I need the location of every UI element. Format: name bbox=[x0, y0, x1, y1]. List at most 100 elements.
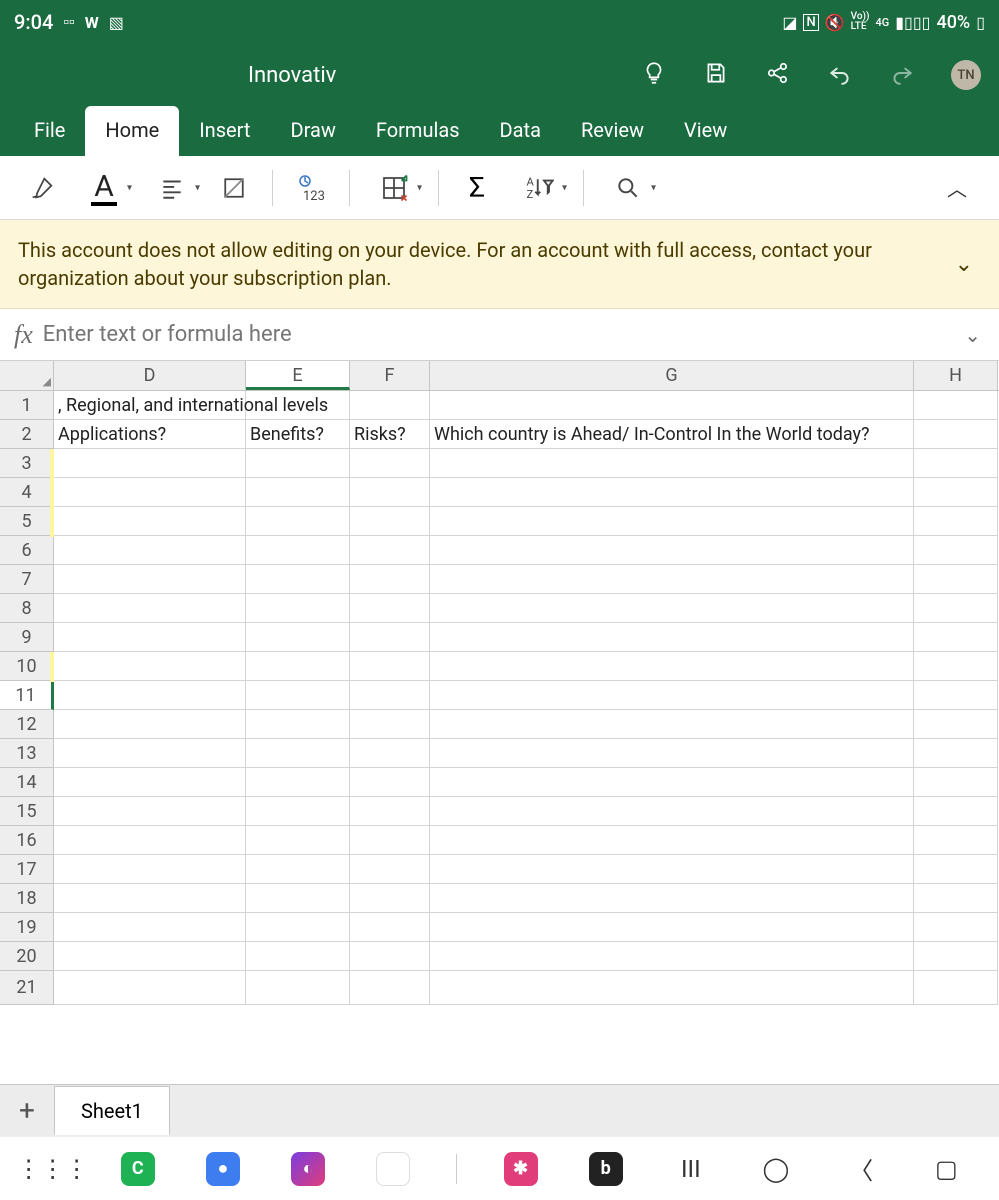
browser-app-icon[interactable]: ◐ bbox=[286, 1147, 330, 1191]
app-drawer-icon[interactable]: ⋮⋮⋮ bbox=[31, 1147, 75, 1191]
cell[interactable] bbox=[914, 391, 998, 420]
col-header-H[interactable]: H bbox=[914, 361, 998, 390]
tab-formulas[interactable]: Formulas bbox=[356, 106, 480, 156]
phone-app-icon[interactable]: C bbox=[116, 1147, 160, 1191]
fx-icon[interactable]: fx bbox=[10, 320, 43, 350]
cell[interactable] bbox=[350, 391, 430, 420]
cell[interactable] bbox=[246, 391, 350, 420]
sort-filter-button[interactable]: AZ▾ bbox=[509, 164, 569, 212]
table-row: 2Applications?Benefits?Risks?Which count… bbox=[0, 420, 999, 449]
svg-text:Z: Z bbox=[527, 188, 534, 201]
autosum-button[interactable]: Σ bbox=[453, 164, 501, 212]
side-panel-icon[interactable]: ▢ bbox=[924, 1147, 968, 1191]
cell[interactable]: Which country is Ahead/ In-Control In th… bbox=[430, 420, 914, 449]
table-row: 19 bbox=[0, 913, 999, 942]
formula-expand-icon[interactable]: ⌄ bbox=[956, 323, 989, 347]
tab-home[interactable]: Home bbox=[85, 106, 179, 156]
table-row: 10 bbox=[0, 652, 999, 681]
gallery-app-icon[interactable]: ✱ bbox=[499, 1147, 543, 1191]
redo-icon[interactable] bbox=[889, 60, 915, 90]
font-color-button[interactable]: A▾ bbox=[74, 164, 134, 212]
cell[interactable] bbox=[914, 420, 998, 449]
mute-icon: 🔇 bbox=[825, 13, 845, 32]
recents-button[interactable]: III bbox=[669, 1147, 713, 1191]
add-sheet-button[interactable]: + bbox=[0, 1094, 54, 1127]
table-row: 16 bbox=[0, 826, 999, 855]
table-row: 7 bbox=[0, 565, 999, 594]
cell[interactable]: Benefits? bbox=[246, 420, 350, 449]
number-format-button[interactable]: 123 bbox=[287, 164, 335, 212]
col-header-D[interactable]: D bbox=[54, 361, 246, 390]
grid-rows: 1, Regional, and international levels 2A… bbox=[0, 391, 999, 1005]
n-icon: N bbox=[803, 14, 818, 31]
banner-expand-icon[interactable]: ⌄ bbox=[947, 252, 981, 277]
cell[interactable]: Applications? bbox=[54, 420, 246, 449]
insert-delete-cells-button[interactable]: ▾ bbox=[364, 164, 424, 212]
tab-insert[interactable]: Insert bbox=[179, 106, 270, 156]
column-headers: D E F G H bbox=[0, 361, 999, 391]
formula-bar: fx ⌄ bbox=[0, 309, 999, 361]
find-button[interactable]: ▾ bbox=[598, 164, 658, 212]
document-title[interactable]: Innovativ bbox=[248, 63, 336, 88]
app-indicator-icon: ▫▫ bbox=[63, 12, 74, 32]
table-row: 3 bbox=[0, 449, 999, 478]
table-row: 18 bbox=[0, 884, 999, 913]
android-dock: ⋮⋮⋮ C ● ◐ ▶ ✱ b III ◯ 〈 ▢ bbox=[0, 1136, 999, 1200]
save-icon[interactable] bbox=[703, 60, 729, 90]
cell[interactable]: , Regional, and international levels bbox=[54, 391, 246, 420]
share-icon[interactable] bbox=[765, 60, 791, 90]
svg-text:123: 123 bbox=[303, 189, 325, 204]
cell[interactable] bbox=[430, 391, 914, 420]
collapse-ribbon-icon[interactable]: ︿ bbox=[947, 173, 981, 202]
clock: 9:04 bbox=[14, 10, 53, 34]
table-row: 11 bbox=[0, 681, 999, 710]
home-button[interactable]: ◯ bbox=[754, 1147, 798, 1191]
table-row: 9 bbox=[0, 623, 999, 652]
ribbon-tabs: File Home Insert Draw Formulas Data Revi… bbox=[0, 106, 999, 156]
select-all-corner[interactable] bbox=[0, 361, 54, 390]
undo-icon[interactable] bbox=[827, 60, 853, 90]
col-header-F[interactable]: F bbox=[350, 361, 430, 390]
title-bar: Innovativ TN bbox=[0, 44, 999, 106]
back-button[interactable]: 〈 bbox=[839, 1147, 883, 1191]
readonly-warning-banner[interactable]: This account does not allow editing on y… bbox=[0, 220, 999, 309]
table-row: 4 bbox=[0, 478, 999, 507]
home-toolbar: A▾ ▾ 123 ▾ Σ AZ▾ ▾ ︿ bbox=[0, 156, 999, 220]
table-row: 5 bbox=[0, 507, 999, 536]
play-store-icon[interactable]: ▶ bbox=[371, 1147, 415, 1191]
col-header-G[interactable]: G bbox=[430, 361, 914, 390]
table-row: 20 bbox=[0, 942, 999, 971]
sheet-tab[interactable]: Sheet1 bbox=[54, 1086, 170, 1135]
table-row: 8 bbox=[0, 594, 999, 623]
tab-file[interactable]: File bbox=[14, 106, 85, 156]
formula-input[interactable] bbox=[43, 322, 956, 347]
spreadsheet-grid[interactable]: D E F G H 1, Regional, and international… bbox=[0, 361, 999, 1084]
tips-icon[interactable] bbox=[641, 60, 667, 90]
table-row: 14 bbox=[0, 768, 999, 797]
battery-icon: ▯ bbox=[976, 13, 985, 32]
app-b-icon[interactable]: b bbox=[584, 1147, 628, 1191]
active-cell[interactable] bbox=[246, 681, 350, 710]
fill-color-button[interactable] bbox=[210, 164, 258, 212]
format-painter-icon[interactable] bbox=[18, 164, 66, 212]
table-row: 1, Regional, and international levels bbox=[0, 391, 999, 420]
tab-review[interactable]: Review bbox=[561, 106, 664, 156]
battery-percent: 40% bbox=[936, 12, 970, 33]
table-row: 15 bbox=[0, 797, 999, 826]
user-avatar[interactable]: TN bbox=[951, 60, 981, 90]
col-header-E[interactable]: E bbox=[246, 361, 350, 390]
screenshot-icon: ▧ bbox=[109, 13, 124, 32]
cell[interactable]: Risks? bbox=[350, 420, 430, 449]
alignment-button[interactable]: ▾ bbox=[142, 164, 202, 212]
tab-draw[interactable]: Draw bbox=[270, 106, 355, 156]
banner-text: This account does not allow editing on y… bbox=[18, 236, 947, 292]
tab-data[interactable]: Data bbox=[480, 106, 561, 156]
status-icons: ◪ N 🔇 Vo))LTE 4G ▮▯▯▯ 40% ▯ bbox=[782, 12, 985, 33]
tab-view[interactable]: View bbox=[664, 106, 747, 156]
table-row: 13 bbox=[0, 739, 999, 768]
volte-icon: Vo))LTE bbox=[851, 12, 870, 32]
messages-app-icon[interactable]: ● bbox=[201, 1147, 245, 1191]
signal-icon: ▮▯▯▯ bbox=[895, 13, 930, 32]
row-highlight-mark bbox=[50, 652, 54, 682]
sheet-tab-bar: + Sheet1 bbox=[0, 1084, 999, 1136]
